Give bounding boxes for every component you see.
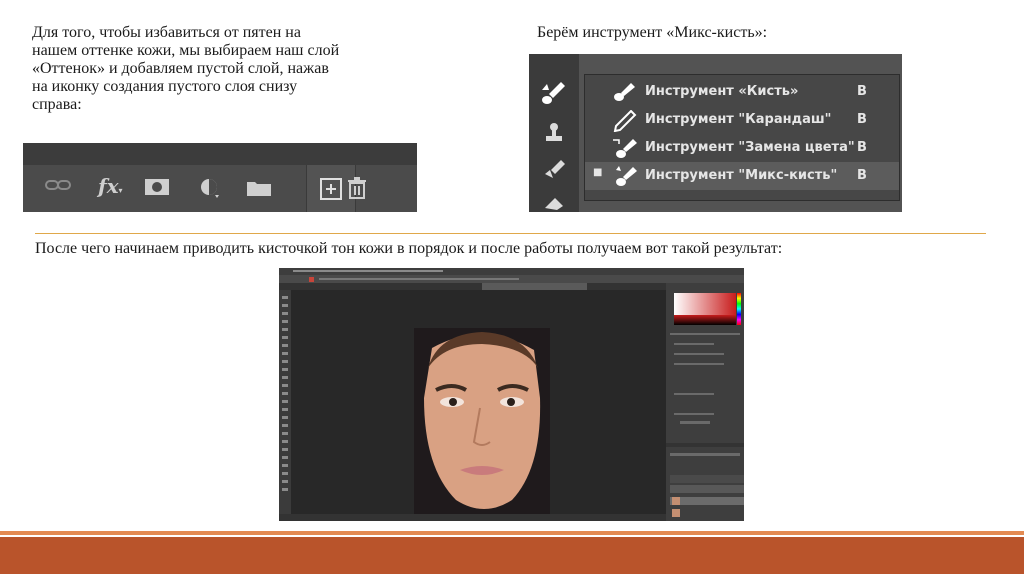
tool-item-label: Инструмент "Микс-кисть" bbox=[645, 168, 838, 183]
fx-icon[interactable]: fx▾ bbox=[98, 174, 123, 198]
tool-item-shortcut: B bbox=[857, 140, 867, 155]
ps-canvas bbox=[291, 290, 666, 518]
ps-options-bar bbox=[279, 275, 744, 283]
footer-band bbox=[0, 537, 1024, 574]
adjustment-icon[interactable] bbox=[199, 179, 223, 203]
color-replace-icon bbox=[613, 139, 637, 158]
ps-status-bar bbox=[279, 514, 666, 521]
left-caption: Для того, чтобы избавиться от пятен на н… bbox=[32, 24, 412, 114]
tool-item-mixer-brush[interactable]: ■ Инструмент "Микс-кисть" B bbox=[585, 162, 899, 190]
tool-item-shortcut: B bbox=[857, 168, 867, 183]
folder-icon[interactable] bbox=[247, 180, 271, 200]
mask-icon[interactable] bbox=[145, 179, 169, 199]
active-bullet: ■ bbox=[593, 167, 603, 178]
layers-panel-strip bbox=[23, 143, 417, 165]
left-caption-line: справа: bbox=[32, 96, 82, 113]
trash-icon[interactable] bbox=[347, 177, 367, 203]
brush-tool-menu: Инструмент «Кисть» B Инструмент "Каранда… bbox=[529, 54, 902, 212]
photoshop-screenshot bbox=[279, 268, 744, 521]
left-caption-line: Для того, чтобы избавиться от пятен на bbox=[32, 24, 301, 41]
tool-item-brush[interactable]: Инструмент «Кисть» B bbox=[585, 78, 899, 106]
link-icon[interactable] bbox=[45, 177, 71, 196]
footer-accent-line bbox=[0, 531, 1024, 535]
ps-toolbar bbox=[279, 290, 291, 514]
left-caption-line: на иконку создания пустого слоя снизу bbox=[32, 78, 298, 95]
tool-item-shortcut: B bbox=[857, 84, 867, 99]
ps-right-panels bbox=[666, 283, 744, 521]
pencil-icon bbox=[613, 110, 637, 132]
layers-panel-bottom-bar: fx▾ bbox=[23, 143, 417, 212]
tool-flyout: Инструмент «Кисть» B Инструмент "Каранда… bbox=[584, 74, 900, 201]
tool-item-label: Инструмент "Замена цвета" bbox=[645, 140, 855, 155]
brush-tool-icon[interactable] bbox=[539, 80, 569, 108]
history-brush-icon[interactable] bbox=[543, 158, 567, 180]
ps-active-tab[interactable] bbox=[482, 283, 587, 290]
tool-item-label: Инструмент "Карандаш" bbox=[645, 112, 832, 127]
eraser-tool-icon[interactable] bbox=[545, 196, 565, 210]
fx-label: fx bbox=[98, 174, 119, 198]
divider-line bbox=[35, 233, 986, 234]
left-caption-line: «Оттенок» и добавляем пустой слой, нажав bbox=[32, 60, 329, 77]
bottom-caption: После чего начинаем приводить кисточкой … bbox=[35, 240, 783, 257]
tool-item-pencil[interactable]: Инструмент "Карандаш" B bbox=[585, 106, 899, 134]
brush-icon bbox=[614, 83, 635, 101]
tool-item-shortcut: B bbox=[857, 112, 867, 127]
face-photo bbox=[414, 328, 550, 518]
ps-menubar bbox=[279, 268, 744, 275]
tool-strip bbox=[529, 54, 579, 212]
stamp-tool-icon[interactable] bbox=[543, 122, 565, 144]
left-caption-line: нашем оттенке кожи, мы выбираем наш слой bbox=[32, 42, 340, 59]
tool-item-label: Инструмент «Кисть» bbox=[645, 84, 799, 99]
tool-item-color-replace[interactable]: Инструмент "Замена цвета" B bbox=[585, 134, 899, 162]
mixer-brush-icon bbox=[616, 166, 637, 186]
right-caption: Берём инструмент «Микс-кисть»: bbox=[537, 24, 768, 41]
